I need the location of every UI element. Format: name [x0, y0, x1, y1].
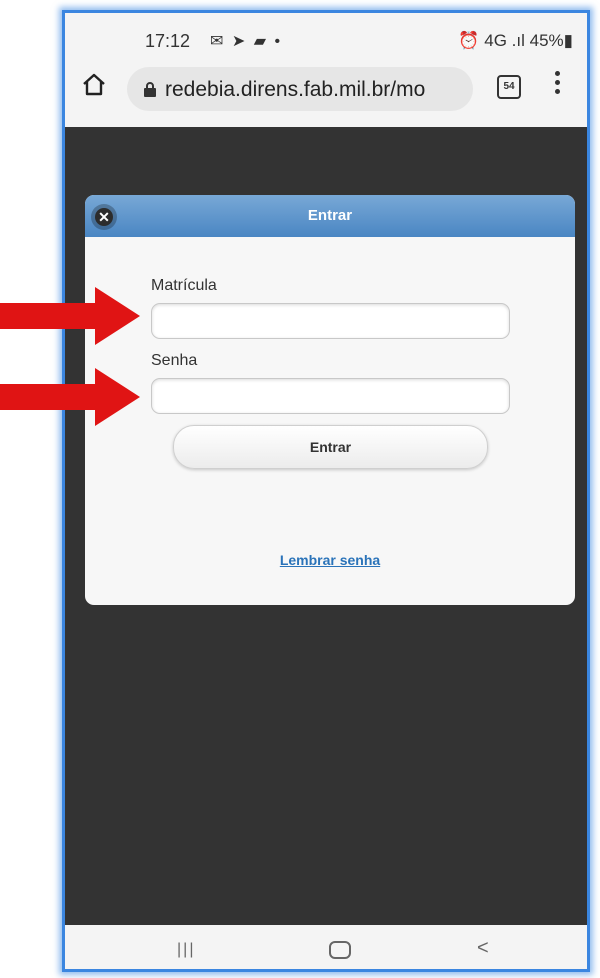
url-field[interactable]: redebia.direns.fab.mil.br/mo — [127, 67, 473, 111]
red-arrow-icon — [0, 287, 140, 345]
senha-label: Senha — [151, 352, 198, 369]
close-button[interactable]: ✕ — [91, 204, 117, 230]
url-text: redebia.direns.fab.mil.br/mo — [165, 78, 426, 101]
dialog-title: Entrar — [307, 207, 353, 224]
status-time: 17:12 — [145, 31, 191, 51]
page-background: Entrar ✕ Matrícula Senha Entrar Lembrar … — [65, 127, 587, 925]
home-icon[interactable] — [81, 71, 107, 97]
more-menu-icon[interactable] — [555, 71, 561, 97]
matricula-label: Matrícula — [151, 277, 217, 294]
back-icon[interactable]: < — [477, 937, 489, 960]
senha-input[interactable] — [151, 378, 510, 414]
remember-password-link[interactable]: Lembrar senha — [85, 552, 575, 568]
android-nav-bar: ||| < — [65, 925, 587, 969]
browser-address-bar: redebia.direns.fab.mil.br/mo 54 — [65, 55, 587, 127]
home-button-icon[interactable] — [329, 941, 351, 959]
phone-screen-frame: 17:12 ✉ ➤ ▰ • ⏰ 4G .ıl 45%▮ redebia.dire… — [62, 10, 590, 972]
status-indicators: ⏰ 4G .ıl 45%▮ — [458, 31, 573, 50]
lock-icon — [144, 82, 156, 97]
dialog-header: Entrar ✕ — [85, 195, 575, 237]
notification-icons: ✉ ➤ ▰ • — [210, 33, 283, 50]
matricula-input[interactable] — [151, 303, 510, 339]
red-arrow-icon — [0, 368, 140, 426]
recent-apps-icon[interactable]: ||| — [177, 941, 195, 959]
login-button[interactable]: Entrar — [173, 425, 488, 469]
tab-count-button[interactable]: 54 — [497, 75, 521, 99]
close-icon: ✕ — [95, 208, 113, 226]
status-bar: 17:12 ✉ ➤ ▰ • ⏰ 4G .ıl 45%▮ — [65, 13, 587, 55]
login-dialog: Entrar ✕ Matrícula Senha Entrar Lembrar … — [85, 195, 575, 605]
